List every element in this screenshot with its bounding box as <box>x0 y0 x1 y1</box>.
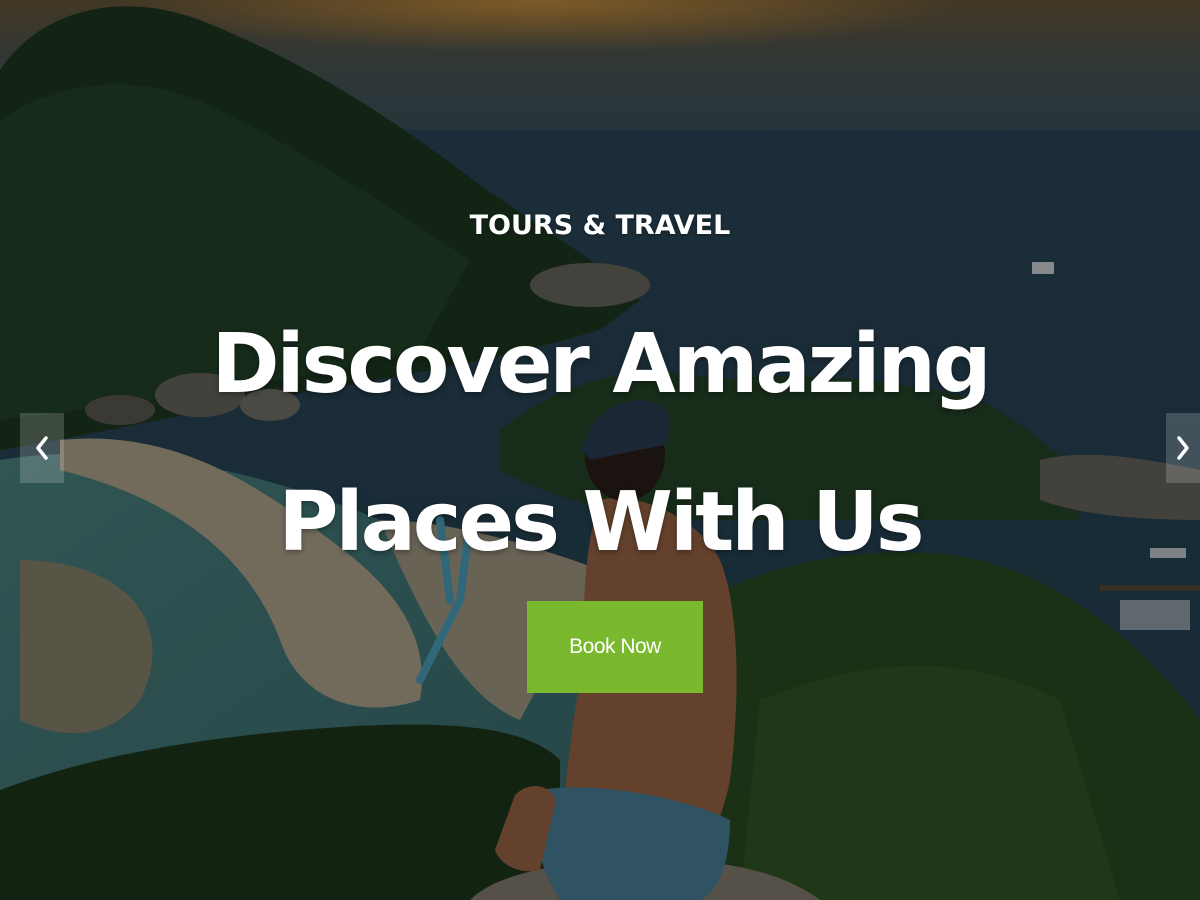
chevron-right-icon <box>1177 436 1189 460</box>
hero-eyebrow: TOURS & TRAVEL <box>469 210 731 241</box>
book-now-button[interactable]: Book Now <box>527 601 703 693</box>
slider-prev-button[interactable] <box>20 413 64 483</box>
hero-slider: TOURS & TRAVEL Discover Amazing Places W… <box>0 0 1200 900</box>
chevron-left-icon <box>36 436 48 460</box>
hero-headline: Discover Amazing Places With Us <box>211 317 991 570</box>
hero-content: TOURS & TRAVEL Discover Amazing Places W… <box>0 0 1200 900</box>
slider-next-button[interactable] <box>1166 413 1200 483</box>
